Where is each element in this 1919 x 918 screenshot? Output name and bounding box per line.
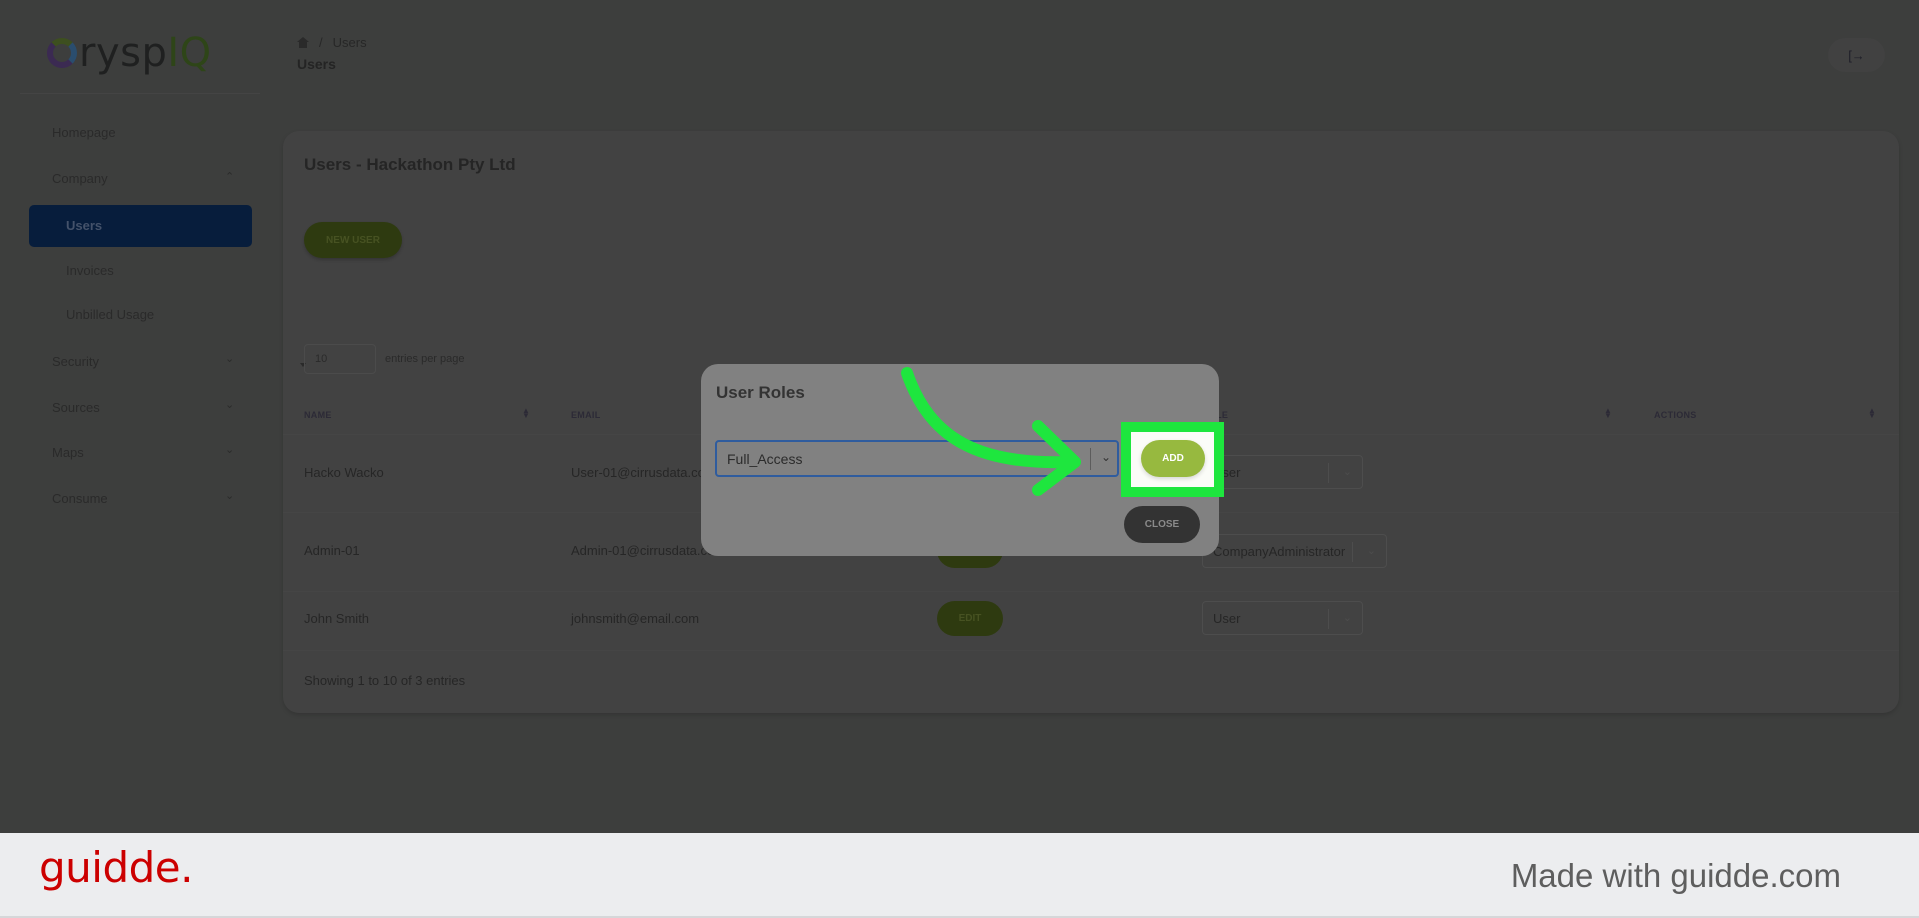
cell-email: johnsmith@email.com: [571, 611, 700, 626]
sidebar-item-users[interactable]: Users: [29, 205, 252, 247]
cell-name: John Smith: [304, 611, 370, 626]
column-header-actions[interactable]: ACTIONS: [1654, 410, 1697, 420]
guidde-logo: guidde.: [39, 843, 193, 892]
pagination-info: Showing 1 to 10 of 3 entries: [304, 673, 466, 688]
cell-email: User-01@cirrusdata.com: [571, 465, 716, 480]
cell-name: Admin-01: [304, 543, 360, 558]
chevron-down-icon: ⌄: [1366, 545, 1376, 557]
logout-button[interactable]: [→: [1828, 38, 1885, 72]
role-select[interactable]: User ⌄: [1202, 601, 1363, 635]
sidebar-item-security[interactable]: Security: [52, 354, 99, 369]
cryspiq-logo: ryspIQ: [47, 30, 212, 76]
sidebar-item-maps[interactable]: Maps: [52, 445, 84, 460]
home-icon[interactable]: [297, 37, 309, 48]
entries-per-page-label: entries per page: [385, 353, 465, 365]
app-background: ryspIQ Homepage Company ⌃ Users Invoices…: [0, 0, 1919, 833]
entries-per-page-select[interactable]: 10: [304, 344, 376, 374]
sidebar-item-consume[interactable]: Consume: [52, 491, 108, 506]
logo-divider: [20, 93, 260, 94]
chevron-down-icon[interactable]: ⌄: [225, 352, 235, 365]
role-select[interactable]: User ⌄: [1202, 455, 1363, 489]
role-select-input[interactable]: Full_Access ⌄: [715, 440, 1119, 477]
made-with-guidde: Made with guidde.com: [1510, 857, 1841, 894]
chevron-down-icon[interactable]: ⌄: [225, 489, 235, 502]
sidebar-item-unbilled-usage[interactable]: Unbilled Usage: [66, 307, 154, 322]
guidde-footer: guidde. Made with guidde.com: [0, 833, 1919, 918]
new-user-button[interactable]: NEW USER: [304, 222, 402, 258]
sidebar-item-company[interactable]: Company: [52, 171, 108, 186]
breadcrumb: / Users: [297, 35, 367, 50]
sidebar-item-sources[interactable]: Sources: [52, 400, 100, 415]
sidebar-item-homepage[interactable]: Homepage: [52, 125, 116, 140]
chevron-down-icon: ⌄: [1342, 466, 1352, 478]
chevron-down-icon[interactable]: ⌄: [225, 443, 235, 456]
logo-ring-icon: [47, 38, 77, 68]
column-header-email[interactable]: EMAIL: [571, 410, 601, 420]
logout-icon: [→: [1848, 47, 1865, 63]
role-select[interactable]: CompanyAdministrator ⌄: [1202, 534, 1387, 568]
chevron-down-icon: ⌄: [1342, 612, 1352, 624]
card-title: Users - Hackathon Pty Ltd: [304, 155, 516, 174]
page-title: Users: [297, 56, 336, 72]
cell-name: Hacko Wacko: [304, 465, 384, 480]
sort-icon[interactable]: ▲ ▼: [1604, 407, 1612, 420]
sort-icon[interactable]: ▲ ▼: [1868, 407, 1876, 420]
chevron-up-icon[interactable]: ⌃: [225, 170, 235, 183]
breadcrumb-users[interactable]: Users: [333, 35, 367, 50]
modal-title: User Roles: [716, 383, 805, 402]
row-divider: [283, 591, 1899, 592]
sort-icon[interactable]: ▲ ▼: [522, 407, 530, 420]
edit-button[interactable]: EDIT: [937, 601, 1003, 636]
chevron-down-icon[interactable]: ⌄: [1101, 450, 1111, 464]
sidebar-item-invoices[interactable]: Invoices: [66, 263, 114, 278]
column-header-name[interactable]: NAME: [304, 410, 332, 420]
add-button[interactable]: ADD: [1141, 440, 1205, 477]
user-roles-modal: User Roles Full_Access ⌄ ADD CLOSE: [701, 364, 1224, 556]
close-button[interactable]: CLOSE: [1124, 506, 1200, 543]
chevron-down-icon[interactable]: ⌄: [225, 398, 235, 411]
row-divider: [283, 650, 1899, 651]
